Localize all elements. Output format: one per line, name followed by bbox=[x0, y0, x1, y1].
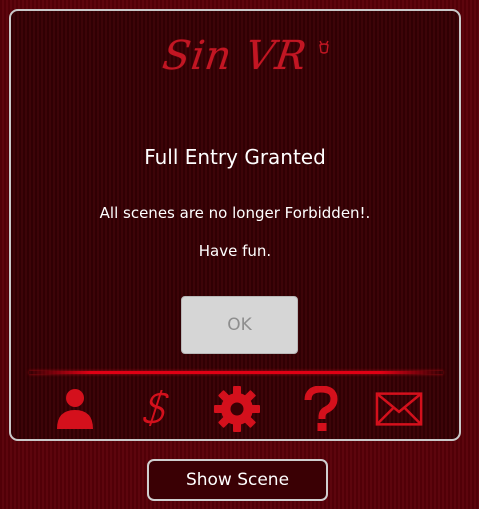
help-icon bbox=[304, 386, 338, 431]
purchase-button[interactable] bbox=[133, 386, 181, 432]
dialog-message-secondary: Have fun. bbox=[198, 242, 272, 260]
show-scene-button[interactable]: Show Scene bbox=[147, 459, 328, 501]
app-logo: Sin VR bbox=[11, 33, 459, 79]
dialog-title: Full Entry Granted bbox=[144, 145, 326, 169]
help-button[interactable] bbox=[297, 386, 345, 432]
devil-icon bbox=[319, 40, 329, 54]
settings-button[interactable] bbox=[213, 386, 261, 432]
divider bbox=[29, 371, 443, 374]
profile-button[interactable] bbox=[51, 386, 99, 432]
gear-icon bbox=[214, 386, 260, 432]
ok-button[interactable]: OK bbox=[181, 296, 298, 354]
logo-text: Sin VR bbox=[159, 33, 311, 79]
dialog-message: All scenes are no longer Forbidden!. bbox=[99, 204, 371, 222]
entry-dialog: Sin VR Full Entry Granted All scenes are… bbox=[9, 9, 461, 441]
dollar-icon bbox=[143, 390, 169, 426]
user-icon bbox=[57, 389, 93, 429]
mail-icon bbox=[375, 392, 423, 426]
contact-button[interactable] bbox=[375, 386, 423, 432]
